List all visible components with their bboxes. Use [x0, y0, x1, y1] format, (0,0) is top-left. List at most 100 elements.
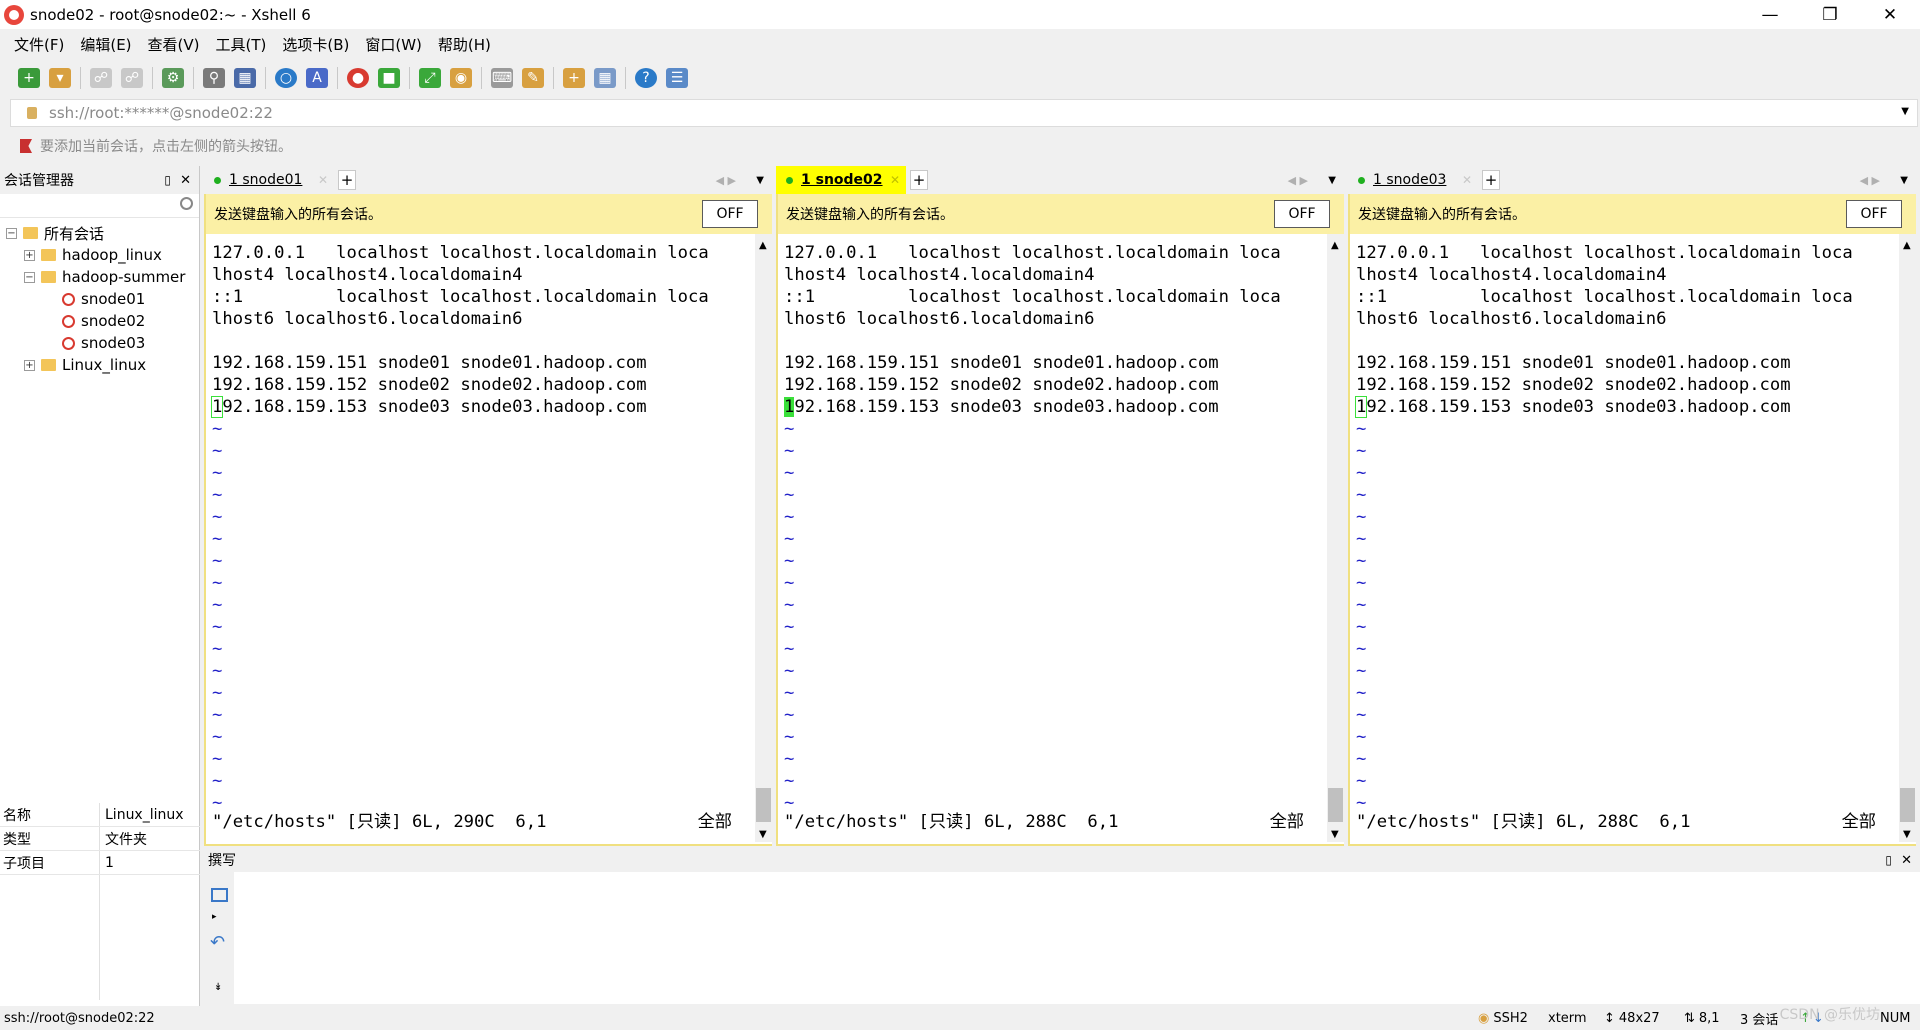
send-to-all-bar: 发送键盘输入的所有会话。 OFF [1348, 194, 1916, 234]
menu-file[interactable]: 文件(F) [14, 34, 64, 55]
tab-close-icon[interactable]: ✕ [318, 173, 328, 187]
bookmark-arrow-icon[interactable] [20, 139, 32, 153]
send-to-all-off-button[interactable]: OFF [1846, 200, 1902, 228]
terminal-area[interactable]: 127.0.0.1 localhost localhost.localdomai… [1348, 234, 1916, 846]
new-tab-button[interactable]: + [910, 170, 928, 190]
tab-list-dropdown-icon[interactable]: ▼ [756, 175, 764, 186]
scroll-down-icon[interactable]: ▼ [1903, 829, 1911, 840]
tree-node-linux-linux[interactable]: + Linux_linux [0, 354, 199, 376]
tab-scroll-arrows-icon[interactable]: ◀ ▶ [1860, 174, 1880, 187]
search-icon[interactable] [180, 197, 193, 210]
scroll-up-icon[interactable]: ▲ [1331, 240, 1339, 251]
tree-node-snode02[interactable]: snode02 [0, 310, 199, 332]
tab-snode01[interactable]: 1 snode01 ✕ [204, 166, 334, 194]
tab-snode02[interactable]: 1 snode02 ✕ [776, 166, 906, 194]
highlight-icon[interactable]: ✎ [522, 68, 544, 88]
menu-tools[interactable]: 工具(T) [216, 34, 267, 55]
tilde-line: ~ [1356, 683, 1367, 703]
session-search[interactable] [0, 194, 199, 218]
pin-icon[interactable]: ▯ [164, 173, 171, 187]
open-folder-icon[interactable]: ▾ [49, 68, 71, 88]
new-session-icon[interactable]: + [18, 68, 40, 88]
close-icon[interactable]: ✕ [180, 173, 191, 188]
terminal-line: 192.168.159.153 snode03 snode03.hadoop.c… [1354, 396, 1853, 418]
pin-icon[interactable]: ▯ [1885, 853, 1892, 867]
send-to-all-off-button[interactable]: OFF [1274, 200, 1330, 228]
keyboard-icon[interactable]: ⌨ [491, 68, 513, 88]
menu-help[interactable]: 帮助(H) [438, 34, 491, 55]
new-tab-button[interactable]: + [1482, 170, 1500, 190]
tab-scroll-arrows-icon[interactable]: ◀ ▶ [716, 174, 736, 187]
tab-close-icon[interactable]: ✕ [890, 173, 900, 187]
vertical-scrollbar[interactable]: ▲ ▼ [1327, 234, 1344, 842]
menu-window[interactable]: 窗口(W) [365, 34, 422, 55]
vertical-scrollbar[interactable]: ▲ ▼ [1899, 234, 1916, 842]
terminal-area[interactable]: 127.0.0.1 localhost localhost.localdomai… [204, 234, 772, 846]
small-arrow-icon[interactable]: ▸ [212, 912, 217, 922]
more-chevron-icon[interactable]: ↡ [214, 982, 222, 993]
folder-icon [23, 227, 38, 239]
globe-icon[interactable]: ○ [275, 68, 297, 88]
connect-icon[interactable]: ☍ [90, 68, 112, 88]
tab-list-dropdown-icon[interactable]: ▼ [1328, 175, 1336, 186]
scroll-up-icon[interactable]: ▲ [1903, 240, 1911, 251]
lock-icon[interactable]: ◉ [450, 68, 472, 88]
scroll-thumb[interactable] [1328, 788, 1343, 822]
scroll-down-icon[interactable]: ▼ [1331, 829, 1339, 840]
compose-window-icon[interactable] [211, 888, 228, 902]
scroll-down-icon[interactable]: ▼ [759, 829, 767, 840]
scroll-thumb[interactable] [756, 788, 771, 822]
tree-label: hadoop_linux [62, 246, 162, 264]
scroll-thumb[interactable] [1900, 788, 1915, 822]
restore-button[interactable]: ❐ [1800, 0, 1860, 29]
tab-scroll-arrows-icon[interactable]: ◀ ▶ [1288, 174, 1308, 187]
menu-edit[interactable]: 编辑(E) [80, 34, 131, 55]
help-icon[interactable]: ? [635, 68, 657, 88]
tilde-lines: ~ ~ ~ ~ ~ ~ ~ ~ ~ ~ ~ ~ ~ ~ ~ ~ ~ ~ [1356, 418, 1853, 814]
xshell-icon[interactable]: ● [347, 68, 369, 88]
address-dropdown-icon[interactable]: ▼ [1901, 106, 1909, 117]
tab-close-icon[interactable]: ✕ [1462, 173, 1472, 187]
expand-icon[interactable]: + [24, 359, 35, 371]
tab-snode03[interactable]: 1 snode03 ✕ [1348, 166, 1478, 194]
close-button[interactable]: ✕ [1860, 0, 1920, 29]
tree-node-hadoop-linux[interactable]: + hadoop_linux [0, 244, 199, 266]
find-icon[interactable]: ⚲ [203, 68, 225, 88]
tilde-line: ~ [212, 551, 223, 571]
close-icon[interactable]: ✕ [1901, 853, 1912, 868]
terminal-text: 92.168.159.153 snode03 snode03.hadoop.co… [1366, 397, 1791, 417]
terminal-area[interactable]: 127.0.0.1 localhost localhost.localdomai… [776, 234, 1344, 846]
new-tab-button[interactable]: + [338, 170, 356, 190]
tab-list-dropdown-icon[interactable]: ▼ [1900, 175, 1908, 186]
chat-icon[interactable]: ☰ [666, 68, 688, 88]
tilde-line: ~ [784, 595, 795, 615]
layout-icon[interactable]: ▦ [594, 68, 616, 88]
settings-icon[interactable]: ⚙ [162, 68, 184, 88]
tilde-line: ~ [212, 507, 223, 527]
menu-view[interactable]: 查看(V) [148, 34, 200, 55]
font-icon[interactable]: A [306, 68, 328, 88]
tree-node-all-sessions[interactable]: − 所有会话 [0, 222, 199, 244]
collapse-icon[interactable]: − [6, 227, 17, 239]
minimize-button[interactable]: — [1740, 0, 1800, 29]
vertical-scrollbar[interactable]: ▲ ▼ [755, 234, 772, 842]
tree-node-snode03[interactable]: snode03 [0, 332, 199, 354]
property-key: 名称 [0, 803, 100, 826]
terminal-line: 192.168.159.151 snode01 snode01.hadoop.c… [1356, 353, 1791, 373]
tree-node-snode01[interactable]: snode01 [0, 288, 199, 310]
xftp-icon[interactable]: ■ [378, 68, 400, 88]
collapse-icon[interactable]: − [24, 271, 35, 283]
tree-node-hadoop-summer[interactable]: − hadoop-summer [0, 266, 199, 288]
fullscreen-icon[interactable]: ⤢ [419, 68, 441, 88]
color-scheme-icon[interactable]: ▦ [234, 68, 256, 88]
disconnect-icon[interactable]: ☍ [121, 68, 143, 88]
scroll-up-icon[interactable]: ▲ [759, 240, 767, 251]
tilde-line: ~ [784, 705, 795, 725]
add-tab-icon[interactable]: + [563, 68, 585, 88]
expand-icon[interactable]: + [24, 249, 35, 261]
address-bar[interactable]: ssh://root:******@snode02:22 ▼ [10, 99, 1918, 127]
menu-tabs[interactable]: 选项卡(B) [282, 34, 349, 55]
send-to-all-off-button[interactable]: OFF [702, 200, 758, 228]
tilde-line: ~ [212, 661, 223, 681]
undo-arrow-icon[interactable]: ↶ [210, 932, 225, 953]
